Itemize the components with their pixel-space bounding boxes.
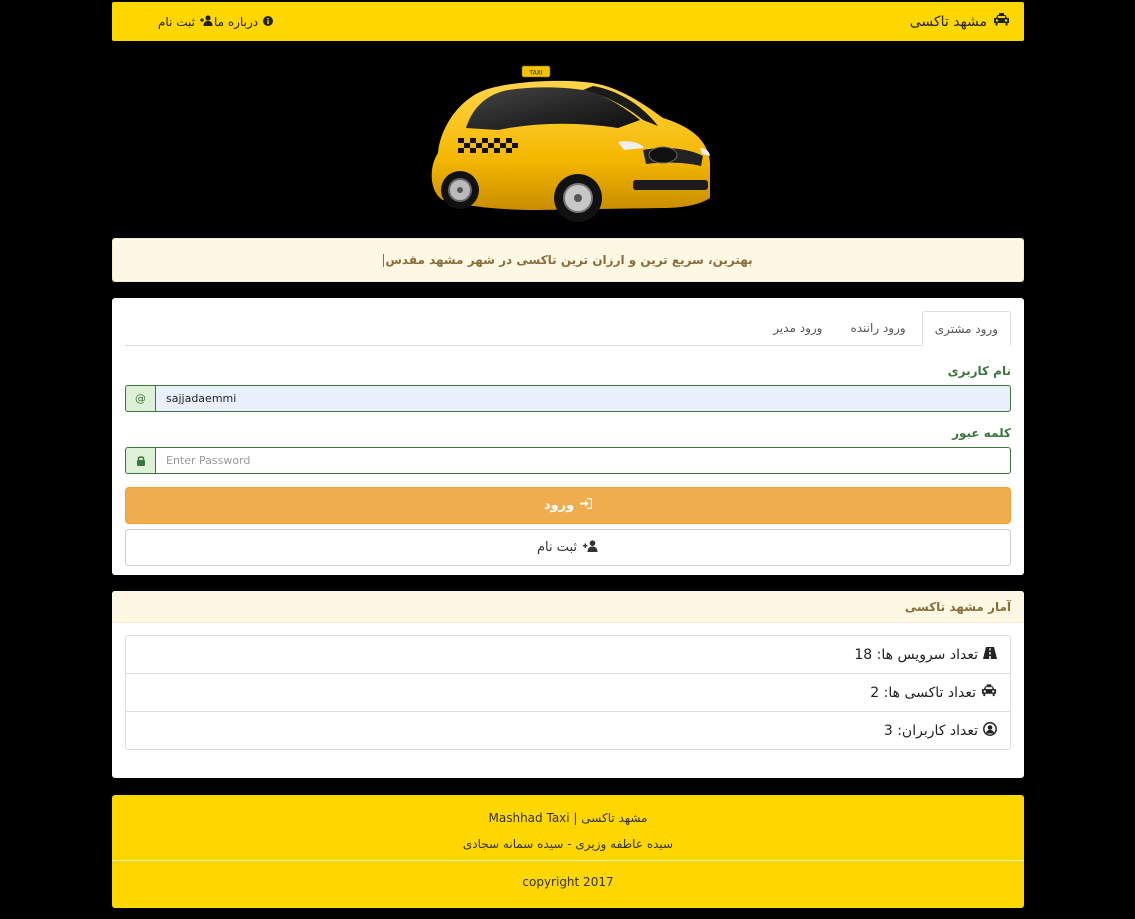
sign-in-icon: [580, 497, 593, 513]
road-icon: [983, 646, 997, 663]
user-plus-icon: [199, 14, 214, 29]
register-button[interactable]: ثبت نام: [125, 529, 1011, 566]
password-input[interactable]: Enter Password: [155, 447, 1011, 474]
stat-services: تعداد سرویس ها: 18: [126, 636, 1010, 674]
login-button-label: ورود: [543, 498, 575, 513]
top-navbar: مشهد تاکسی درباره ما ثبت نام: [112, 2, 1024, 41]
nav-links: درباره ما ثبت نام: [132, 14, 274, 29]
brand-link[interactable]: مشهد تاکسی: [910, 13, 1010, 30]
tab-driver-login[interactable]: ورود راننده: [838, 311, 917, 345]
login-panel: ورود مشتری ورود راننده ورود مدیر نام کار…: [112, 298, 1024, 575]
taxi-car-illustration: TAXI: [431, 65, 710, 222]
footer-copyright: copyright 2017: [522, 875, 614, 889]
stats-list: تعداد سرویس ها: 18 تعداد تاکسی ها: 2 تعد…: [125, 635, 1011, 750]
svg-text:TAXI: TAXI: [528, 70, 542, 77]
stat-taxis-label: تعداد تاکسی ها: 2: [870, 684, 976, 701]
nav-register-label: ثبت نام: [158, 14, 195, 29]
username-input[interactable]: sajjadaemmi: [155, 385, 1011, 412]
tab-admin-login[interactable]: ورود مدیر: [761, 311, 834, 345]
username-label: نام کاربری: [947, 364, 1011, 378]
tab-customer-login[interactable]: ورود مشتری: [921, 311, 1011, 346]
lock-icon: [125, 447, 155, 474]
stat-users-label: تعداد کاربران: 3: [883, 722, 978, 739]
stat-services-label: تعداد سرویس ها: 18: [854, 646, 978, 663]
slogan-text: بهترین، سریع ترین و ارزان ترین تاکسی در …: [385, 253, 753, 267]
nav-about-label: درباره ما: [213, 14, 259, 29]
footer-divider: [112, 860, 1024, 861]
stats-heading: آمار مشهد تاکسی: [112, 591, 1024, 623]
nav-about-link[interactable]: درباره ما: [213, 14, 274, 29]
stat-taxis: تعداد تاکسی ها: 2: [126, 674, 1010, 712]
hero-taxi-image: TAXI: [112, 55, 1024, 231]
password-group: Enter Password: [125, 447, 1011, 474]
text-cursor: [383, 253, 385, 267]
login-button[interactable]: ورود: [125, 487, 1011, 524]
password-label: کلمه عبور: [952, 426, 1011, 440]
user-circle-icon: [983, 721, 997, 740]
footer-authors: سیده عاطفه وزیری - سیده سمانه سجادی: [462, 837, 674, 851]
user-plus-icon: [583, 539, 599, 556]
username-group: @ sajjadaemmi: [125, 385, 1011, 412]
stats-panel: آمار مشهد تاکسی تعداد سرویس ها: 18 تعداد…: [112, 591, 1024, 778]
taxi-icon: [993, 13, 1010, 30]
taxi-icon: [981, 684, 997, 701]
brand-title: مشهد تاکسی: [909, 13, 987, 30]
footer-brand: مشهد تاکسی | Mashhad Taxi: [488, 811, 648, 825]
footer: مشهد تاکسی | Mashhad Taxi سیده عاطفه وزی…: [112, 795, 1024, 908]
at-sign-addon: @: [125, 385, 155, 412]
register-button-label: ثبت نام: [536, 540, 578, 555]
info-icon: [263, 15, 274, 29]
slogan-alert: بهترین، سریع ترین و ارزان ترین تاکسی در …: [112, 238, 1024, 282]
nav-register-link[interactable]: ثبت نام: [158, 15, 214, 29]
login-tabs: ورود مشتری ورود راننده ورود مدیر: [125, 310, 1011, 346]
stat-users: تعداد کاربران: 3: [126, 712, 1010, 749]
